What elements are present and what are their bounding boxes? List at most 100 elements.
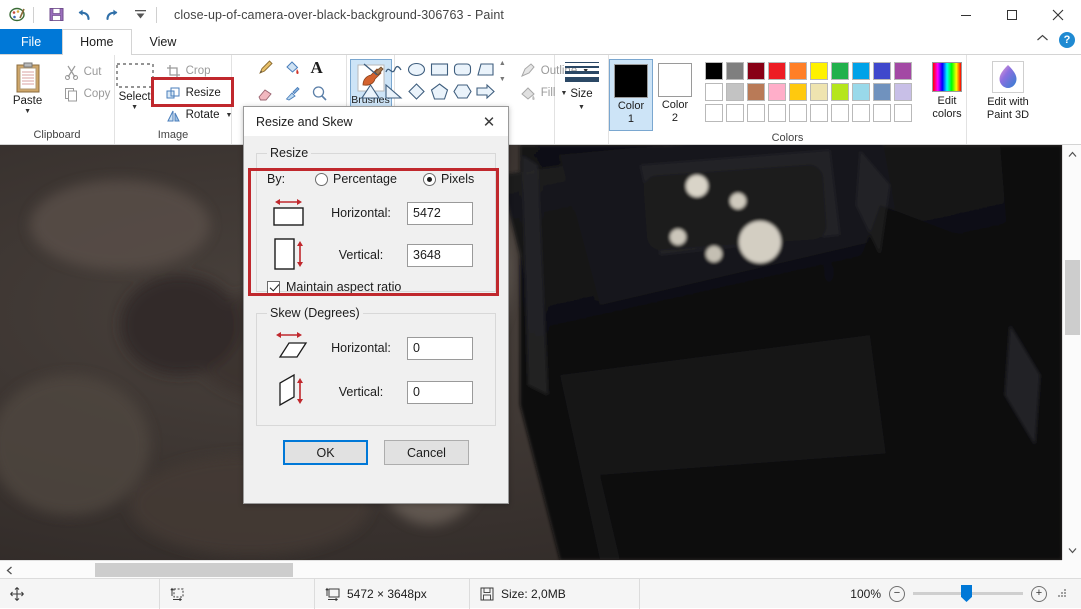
cancel-button[interactable]: Cancel [384,440,469,465]
pencil-icon[interactable] [257,59,274,79]
color-swatch-r2-c3[interactable] [747,83,765,101]
select-button[interactable]: Select ▼ [110,59,160,111]
color-swatch-r1-c1[interactable] [705,62,723,80]
maintain-aspect-ratio-checkbox[interactable] [267,280,280,294]
polygon-shape[interactable] [475,59,496,80]
skew-vertical-input[interactable]: 0 [407,380,473,404]
color-swatch-r2-c6[interactable] [810,83,828,101]
scroll-down-icon[interactable] [1063,541,1081,560]
color-swatch-r2-c4[interactable] [768,83,786,101]
select-dropdown-icon[interactable]: ▼ [131,104,138,111]
rotate-button[interactable]: Rotate ▼ [162,104,237,126]
text-icon[interactable]: A [311,59,323,79]
color-swatch-r3-c8[interactable] [852,104,870,122]
color-swatch-r3-c3[interactable] [747,104,765,122]
horizontal-scrollbar-thumb[interactable] [95,563,293,577]
curve-shape[interactable] [383,59,404,80]
save-icon[interactable] [45,4,67,26]
color-swatch-r3-c7[interactable] [831,104,849,122]
resize-vertical-input[interactable]: 3648 [407,243,473,267]
vertical-scrollbar[interactable] [1062,145,1081,560]
color-swatch-r3-c1[interactable] [705,104,723,122]
color-1-button[interactable]: Color 1 [609,59,653,131]
help-icon[interactable]: ? [1059,32,1075,48]
tab-file[interactable]: File [0,29,63,54]
maximize-button[interactable] [989,0,1035,30]
scroll-left-icon[interactable] [0,561,18,579]
color-swatch-r2-c9[interactable] [873,83,891,101]
horizontal-scrollbar[interactable] [0,560,1062,578]
color-swatch-r2-c1[interactable] [705,83,723,101]
paste-button[interactable]: Paste ▼ [0,59,56,115]
hexagon-shape[interactable] [452,81,473,102]
resize-button[interactable]: Resize [162,82,237,104]
image-canvas[interactable]: Fn1 [0,145,1081,560]
color-swatch-r1-c7[interactable] [831,62,849,80]
percentage-radio[interactable] [315,172,328,186]
color-swatch-r3-c4[interactable] [768,104,786,122]
edit-colors-button[interactable]: Edit colors [922,59,972,121]
zoom-in-button[interactable]: + [1031,585,1047,602]
minimize-button[interactable] [943,0,989,30]
color-picker-icon[interactable] [284,85,301,105]
color-2-swatch[interactable] [658,63,692,97]
color-swatch-r1-c10[interactable] [894,62,912,80]
color-swatch-r1-c6[interactable] [810,62,828,80]
color-swatch-r2-c8[interactable] [852,83,870,101]
color-swatch-r3-c2[interactable] [726,104,744,122]
resize-grip-icon[interactable] [1057,587,1067,601]
zoom-slider-track[interactable] [913,585,1023,602]
vertical-scrollbar-thumb[interactable] [1065,260,1080,335]
customize-qat-icon[interactable] [129,4,151,26]
close-button[interactable] [1035,0,1081,30]
copy-button[interactable]: Copy [60,83,115,105]
fill-with-color-icon[interactable] [284,59,301,79]
skew-horizontal-input[interactable]: 0 [407,336,473,360]
ok-button[interactable]: OK [283,440,368,465]
canvas-photo[interactable]: Fn1 [0,145,1062,560]
triangle-shape[interactable] [360,81,381,102]
resize-and-skew-dialog[interactable]: Resize and Skew ✕ Resize By: Percentage … [243,106,509,504]
color-swatch-r3-c6[interactable] [810,104,828,122]
color-swatch-r3-c9[interactable] [873,104,891,122]
oval-shape[interactable] [406,59,427,80]
color-swatch-r3-c10[interactable] [894,104,912,122]
shapes-scroll-down-icon[interactable]: ▼ [499,76,506,83]
color-palette[interactable] [705,62,912,122]
edit-with-paint3d-button[interactable]: Edit with Paint 3D [987,61,1029,122]
color-swatch-r1-c4[interactable] [768,62,786,80]
pixels-radio[interactable] [422,172,436,186]
color-swatch-r1-c3[interactable] [747,62,765,80]
rounded-rectangle-shape[interactable] [452,59,473,80]
rectangle-shape[interactable] [429,59,450,80]
line-shape[interactable] [360,59,381,80]
color-swatch-r2-c5[interactable] [789,83,807,101]
tab-home[interactable]: Home [62,29,132,55]
right-triangle-shape[interactable] [383,81,404,102]
redo-icon[interactable] [101,4,123,26]
paste-dropdown-icon[interactable]: ▼ [24,108,31,115]
dialog-close-button[interactable]: ✕ [470,107,508,136]
color-swatch-r2-c2[interactable] [726,83,744,101]
crop-button[interactable]: Crop [162,60,237,82]
pentagon-shape[interactable] [429,81,450,102]
right-arrow-shape[interactable] [475,81,496,102]
zoom-slider-thumb[interactable] [961,585,972,602]
size-button[interactable]: Size ▼ [564,62,599,111]
color-swatch-r1-c9[interactable] [873,62,891,80]
magnifier-icon[interactable] [311,85,328,105]
color-swatch-r3-c5[interactable] [789,104,807,122]
color-swatch-r2-c10[interactable] [894,83,912,101]
shapes-gallery[interactable] [360,59,496,102]
scroll-up-icon[interactable] [1063,145,1081,164]
paint-icon[interactable] [6,4,28,26]
color-swatch-r2-c7[interactable] [831,83,849,101]
zoom-out-button[interactable]: − [889,585,905,602]
tab-view[interactable]: View [132,29,195,54]
color-1-swatch[interactable] [614,64,648,98]
color-swatch-r1-c8[interactable] [852,62,870,80]
size-dropdown-icon[interactable]: ▼ [578,104,585,111]
resize-horizontal-input[interactable]: 5472 [407,201,473,225]
shapes-scroll-up-icon[interactable]: ▲ [499,60,506,67]
diamond-shape[interactable] [406,81,427,102]
